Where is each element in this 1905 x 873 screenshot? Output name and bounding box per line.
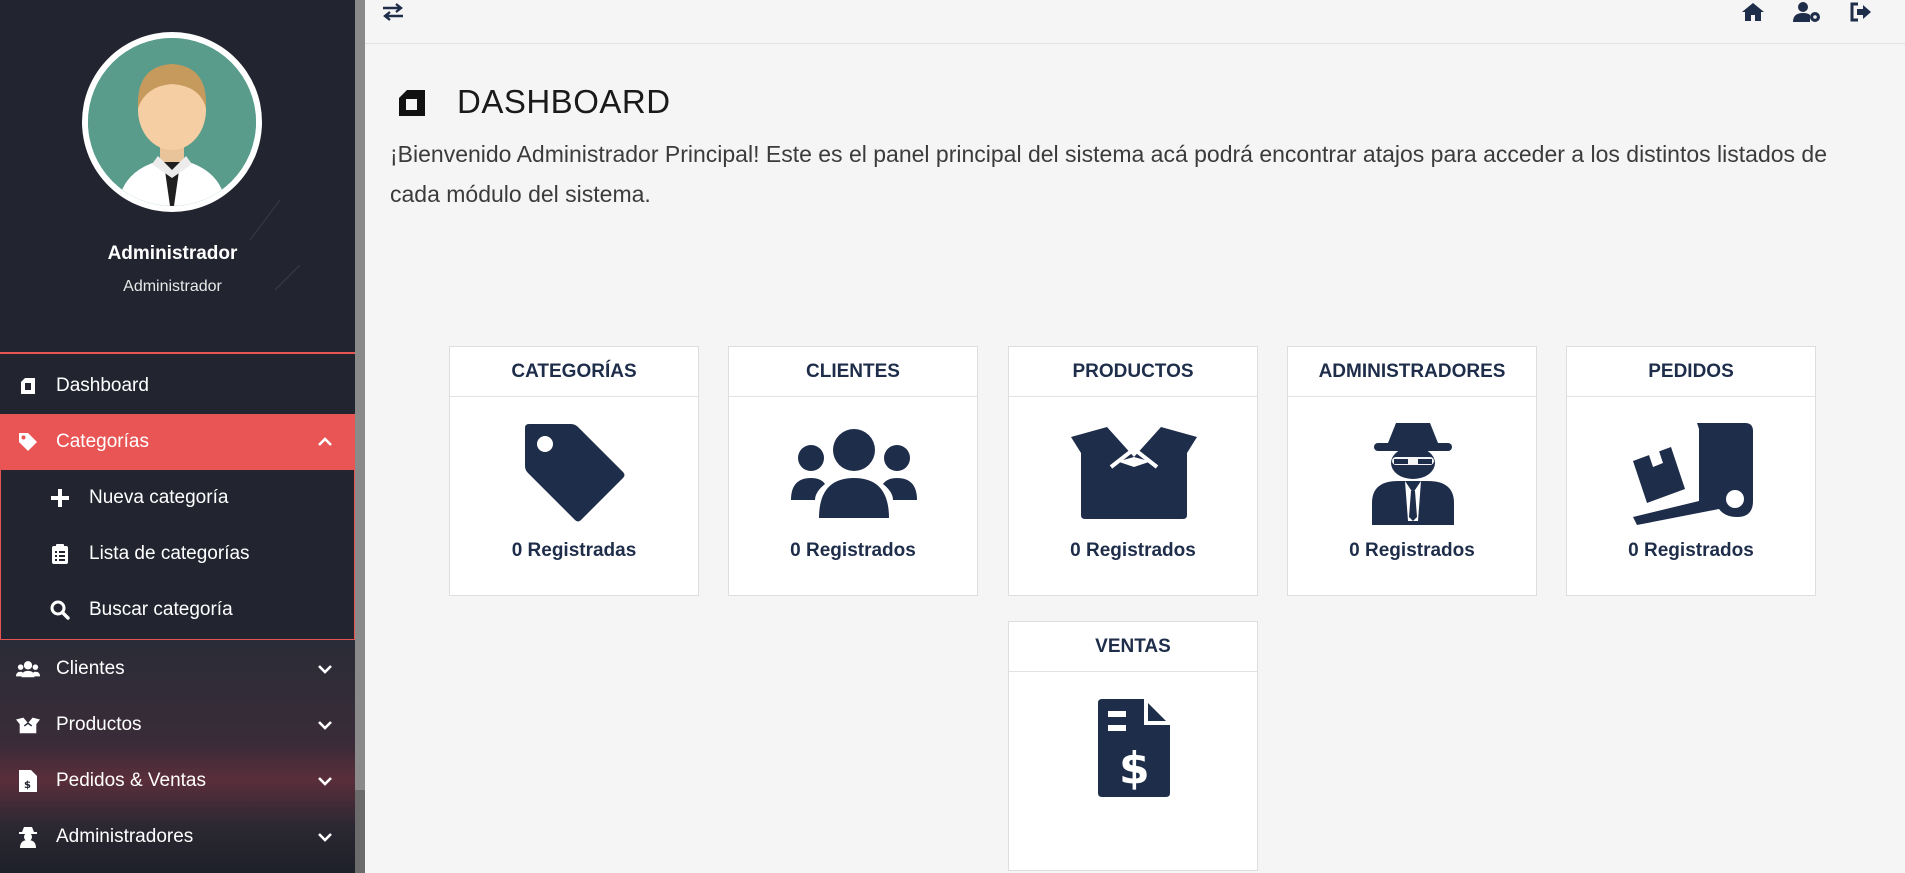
- users-icon: [791, 421, 917, 525]
- tag-icon: [16, 430, 40, 454]
- card-ventas[interactable]: VENTAS $: [1008, 621, 1258, 871]
- sidebar-item-label: Dashboard: [56, 375, 149, 396]
- sidebar-item-categorias[interactable]: Categorías: [0, 414, 355, 470]
- submenu-item-lista-categorias[interactable]: Lista de categorías: [1, 526, 355, 582]
- swap-arrows-icon[interactable]: [379, 0, 407, 24]
- invoice-dollar-icon: $: [1071, 696, 1197, 800]
- profile-panel: Administrador Administrador: [0, 0, 355, 352]
- sidebar-item-label: Clientes: [56, 658, 125, 679]
- card-count: 0 Registrados: [1349, 540, 1475, 561]
- svg-text:$: $: [24, 780, 31, 791]
- sidebar-item-dashboard[interactable]: Dashboard: [0, 358, 355, 414]
- clipboard-list-icon: [49, 543, 71, 565]
- top-navbar: [365, 0, 1905, 44]
- search-icon: [49, 599, 71, 621]
- card-count: 0 Registrados: [1070, 540, 1196, 561]
- chevron-down-icon: [318, 833, 332, 842]
- sidebar-item-administradores[interactable]: Administradores: [0, 809, 355, 865]
- submenu-item-buscar-categoria[interactable]: Buscar categoría: [1, 582, 355, 638]
- sidebar-item-label: Categorías: [56, 431, 149, 452]
- submenu-item-label: Lista de categorías: [89, 543, 250, 564]
- user-secret-icon: [1350, 421, 1476, 525]
- users-icon: [16, 657, 40, 681]
- submenu-item-label: Nueva categoría: [89, 487, 229, 508]
- page-title: DASHBOARD: [457, 83, 671, 120]
- user-secret-icon: [16, 825, 40, 849]
- card-title: CLIENTES: [729, 347, 977, 397]
- profile-name: Administrador: [107, 243, 238, 264]
- plus-icon: [49, 487, 71, 509]
- card-count: 0 Registradas: [511, 540, 637, 561]
- card-title: VENTAS: [1009, 622, 1257, 672]
- card-administradores[interactable]: ADMINISTRADORES 0 Registrados: [1287, 346, 1537, 596]
- card-title: PRODUCTOS: [1009, 347, 1257, 397]
- card-categorias[interactable]: CATEGORÍAS 0 Registradas: [449, 346, 699, 596]
- sidebar-item-label: Administradores: [56, 826, 194, 847]
- sidebar-item-productos[interactable]: Productos: [0, 697, 355, 753]
- profile-role: Administrador: [123, 278, 222, 295]
- submenu-item-nueva-categoria[interactable]: Nueva categoría: [1, 470, 355, 526]
- sidebar-item-label: Productos: [56, 714, 142, 735]
- card-productos[interactable]: PRODUCTOS 0 Registrados: [1008, 346, 1258, 596]
- sidebar-item-pedidos-ventas[interactable]: $ Pedidos & Ventas: [0, 753, 355, 809]
- home-icon[interactable]: [1739, 0, 1767, 24]
- sidebar-item-clientes[interactable]: Clientes: [0, 641, 355, 697]
- box-open-icon: [1071, 421, 1197, 525]
- card-title: CATEGORÍAS: [450, 347, 698, 397]
- sidebar-scrollbar-thumb[interactable]: [355, 0, 365, 790]
- sidebar-item-label: Pedidos & Ventas: [56, 770, 206, 791]
- avatar-illustration: [88, 38, 256, 206]
- box-open-icon: [16, 713, 40, 737]
- card-pedidos[interactable]: PEDIDOS 0 Registrados: [1566, 346, 1816, 596]
- user-settings-icon[interactable]: [1793, 0, 1821, 24]
- card-clientes[interactable]: CLIENTES 0 Registrados: [728, 346, 978, 596]
- sidebar: Administrador Administrador Dashboard Ca…: [0, 0, 355, 873]
- card-count: 0 Registrados: [1628, 540, 1754, 561]
- chevron-up-icon: [318, 437, 332, 446]
- chevron-down-icon: [318, 721, 332, 730]
- chevron-down-icon: [318, 777, 332, 786]
- tag-icon: [512, 421, 638, 525]
- welcome-text: ¡Bienvenido Administrador Principal! Est…: [390, 141, 1828, 207]
- dolly-icon: [1629, 421, 1755, 525]
- card-title: ADMINISTRADORES: [1288, 347, 1536, 397]
- menu-divider: [0, 352, 355, 354]
- dashboard-logo-icon: [395, 86, 429, 120]
- categorias-submenu: Nueva categoría Lista de categorías Busc…: [0, 470, 355, 640]
- invoice-dollar-icon: $: [16, 769, 40, 793]
- card-title: PEDIDOS: [1567, 347, 1815, 397]
- avatar[interactable]: [82, 32, 262, 212]
- chevron-down-icon: [318, 665, 332, 674]
- logout-icon[interactable]: [1847, 0, 1875, 24]
- svg-text:$: $: [1119, 743, 1150, 794]
- submenu-item-label: Buscar categoría: [89, 599, 233, 620]
- dashboard-logo-icon: [16, 374, 40, 398]
- card-count: 0 Registrados: [790, 540, 916, 561]
